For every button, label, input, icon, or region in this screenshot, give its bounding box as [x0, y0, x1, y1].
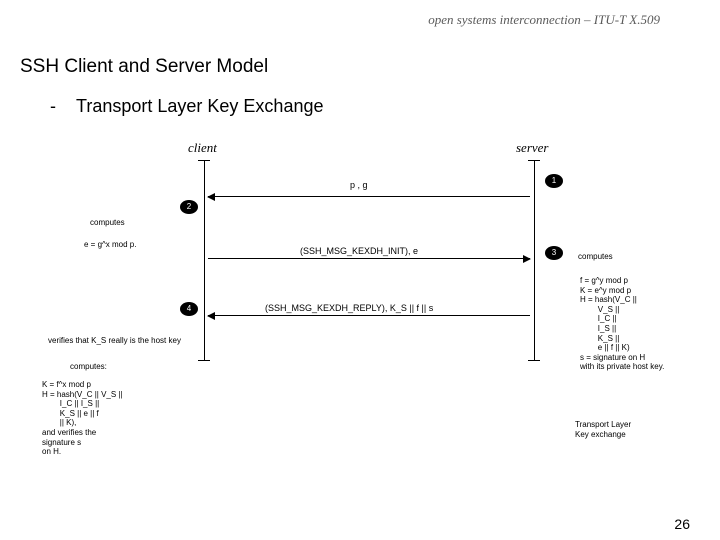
server-lifeline	[534, 160, 535, 360]
note-client-computes: computes	[90, 218, 125, 228]
message-2: (SSH_MSG_KEXDH_INIT), e	[300, 246, 418, 256]
note-transport: Transport LayerKey exchange	[575, 420, 631, 439]
page-header: open systems interconnection – ITU-T X.5…	[428, 12, 660, 28]
arrow-server-to-client	[208, 196, 530, 197]
note-verify: verifies that K_S really is the host key	[48, 336, 181, 346]
note-client-block: K = f^x mod pH = hash(V_C || V_S || I_C …	[42, 380, 182, 457]
step-2: 2	[180, 200, 198, 214]
note-e-equation: e = g^x mod p.	[84, 240, 136, 250]
note-server-block: f = g^y mod pK = e^y mod pH = hash(V_C |…	[580, 276, 700, 372]
message-1: p , g	[350, 180, 368, 190]
client-label: client	[188, 140, 217, 156]
slide-title: SSH Client and Server Model	[20, 56, 268, 78]
bullet-icon: -	[50, 96, 56, 116]
slide-subtitle: - Transport Layer Key Exchange	[50, 96, 323, 117]
arrow-client-to-server	[208, 258, 530, 259]
arrowhead-icon	[207, 312, 215, 320]
lifeline-cap	[198, 360, 210, 361]
step-3: 3	[545, 246, 563, 260]
lifeline-cap	[528, 360, 540, 361]
server-label: server	[516, 140, 549, 156]
arrowhead-icon	[523, 255, 531, 263]
lifeline-cap	[528, 160, 540, 161]
page-number: 26	[674, 516, 690, 532]
message-3: (SSH_MSG_KEXDH_REPLY), K_S || f || s	[265, 303, 433, 313]
note-server-computes: computes	[578, 252, 613, 262]
step-1: 1	[545, 174, 563, 188]
note-client-computes2: computes:	[70, 362, 107, 372]
client-lifeline	[204, 160, 205, 360]
subtitle-text: Transport Layer Key Exchange	[76, 96, 323, 116]
step-4: 4	[180, 302, 198, 316]
arrowhead-icon	[207, 193, 215, 201]
lifeline-cap	[198, 160, 210, 161]
arrow-server-to-client	[208, 315, 530, 316]
